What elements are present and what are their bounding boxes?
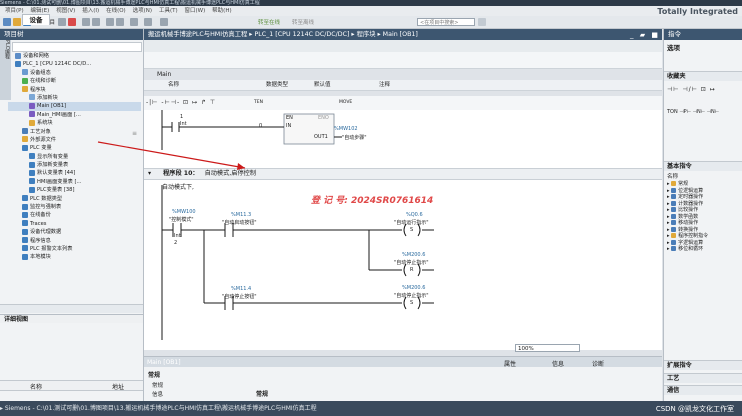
instruction-name-col: 名称 xyxy=(667,174,679,180)
instruction-group-label: 常规 xyxy=(678,181,689,187)
communication-section[interactable]: 通信 xyxy=(664,385,742,395)
folder-icon xyxy=(671,200,677,206)
instructions-title: 指令 xyxy=(664,29,742,40)
instruction-group-label: 位逻辑运算 xyxy=(678,187,704,194)
basic-instructions-label: 基本指令 xyxy=(667,163,692,170)
extended-label: 扩展指令 xyxy=(667,362,692,369)
annotation-arrow xyxy=(97,141,246,169)
inspector-item-general[interactable]: 常规 xyxy=(152,381,163,389)
instruction-group-label: 字逻辑运算 xyxy=(678,239,704,246)
csdn-credit: CSDN @凯龙文化工作室 xyxy=(655,405,734,413)
instruction-group-label: 数学函数 xyxy=(678,213,699,220)
taskbar-app[interactable]: ▸ Siemens - C:\01.测试可删\01.博图项目\13.搬运机械手博… xyxy=(0,405,317,412)
folder-icon xyxy=(671,246,677,251)
folder-icon xyxy=(671,187,677,193)
instructions-panel: 指令 选项 收藏夹 ⊣⊢ ⊣/⊢ ⊡ ↦ TON ⊣P⊢ ⊣N⊢ ⊣N⊢ 基本指… xyxy=(663,29,742,401)
communication-label: 通信 xyxy=(667,387,680,394)
status-block-tab[interactable]: Main [OB1] xyxy=(147,359,181,366)
instruction-group-label: 移位和循环 xyxy=(678,246,704,252)
folder-icon xyxy=(671,220,677,225)
folder-icon xyxy=(671,194,677,199)
favorites-row1[interactable]: ⊣⊢ ⊣/⊢ ⊡ ↦ xyxy=(667,86,716,93)
folder-icon xyxy=(671,233,677,238)
instruction-group-label: 移动操作 xyxy=(678,220,699,226)
technology-label: 工艺 xyxy=(667,375,680,382)
extended-instructions-section[interactable]: 扩展指令 xyxy=(664,360,742,370)
instruction-group-label: 比较操作 xyxy=(678,207,699,213)
favorites-label: 收藏夹 xyxy=(667,73,686,80)
options-label: 选项 xyxy=(667,44,680,52)
basic-instructions-section[interactable]: 基本指令 xyxy=(664,161,742,171)
zoom-select[interactable]: 100% xyxy=(515,344,580,352)
folder-icon xyxy=(671,239,677,245)
folder-icon xyxy=(671,181,677,186)
annotation-arrowhead xyxy=(237,163,245,170)
technology-section[interactable]: 工艺 xyxy=(664,373,742,383)
favorites-row2[interactable]: TON ⊣P⊢ ⊣N⊢ ⊣N⊢ xyxy=(667,109,719,115)
inspector-panel: 常规 常规 信息 常规 xyxy=(144,367,662,401)
favorites-section[interactable]: 收藏夹 xyxy=(664,71,742,81)
inspector-heading: 常规 xyxy=(256,391,269,398)
instruction-group-label: 计数器操作 xyxy=(678,200,704,207)
instruction-group-label: 程序控制指令 xyxy=(678,233,709,239)
folder-icon xyxy=(671,226,677,232)
folder-icon xyxy=(671,213,677,219)
instruction-group-label: 转换操作 xyxy=(678,226,699,233)
folder-icon xyxy=(671,207,677,212)
instruction-group[interactable]: ▸ 移位和循环 xyxy=(664,246,742,253)
inspector-tab-general[interactable]: 常规 xyxy=(148,370,160,379)
instruction-groups: ▸ 常规 ▸ 位逻辑运算 ▸ 定时器操作 ▸ 计数器操作 ▸ 比较操作 ▸ 数学函数 ▸ 移… xyxy=(664,181,742,253)
instruction-group-label: 定时器操作 xyxy=(678,194,704,200)
inspector-item-info[interactable]: 信息 xyxy=(152,390,163,398)
annotation-layer xyxy=(97,141,246,170)
windows-taskbar: ▸ Siemens - C:\01.测试可删\01.博图项目\13.搬运机械手博… xyxy=(0,401,742,416)
